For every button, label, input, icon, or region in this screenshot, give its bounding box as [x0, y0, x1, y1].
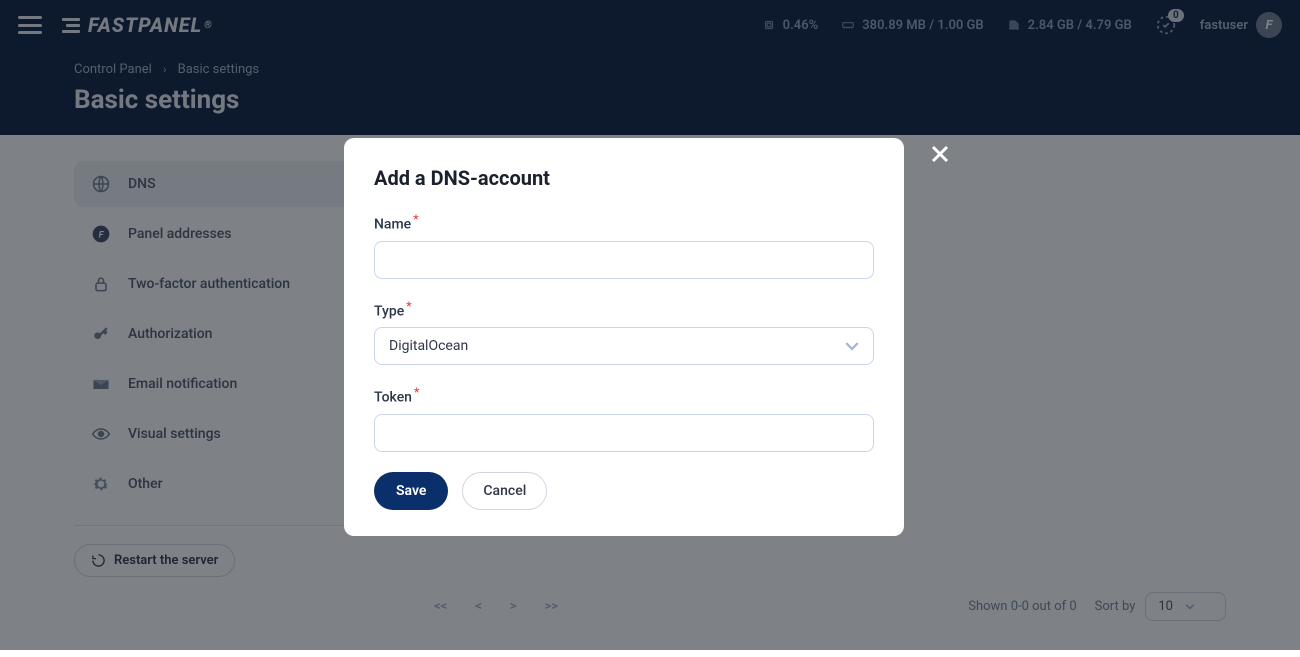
field-token: Token*: [374, 385, 874, 452]
required-asterisk: *: [413, 212, 418, 226]
token-label-text: Token: [374, 390, 412, 406]
modal-actions: Save Cancel: [374, 472, 874, 510]
field-type: Type* DigitalOcean: [374, 299, 874, 366]
chevron-down-icon: [845, 341, 859, 351]
name-input[interactable]: [374, 241, 874, 279]
close-button[interactable]: [924, 138, 956, 170]
type-select[interactable]: DigitalOcean: [374, 327, 874, 365]
token-input[interactable]: [374, 414, 874, 452]
modal-wrapper: Add a DNS-account Name* Type* DigitalOce…: [344, 138, 956, 536]
required-asterisk: *: [414, 385, 419, 399]
name-label: Name*: [374, 212, 874, 233]
type-label: Type*: [374, 299, 874, 320]
type-label-text: Type: [374, 303, 404, 319]
token-label: Token*: [374, 385, 874, 406]
name-label-text: Name: [374, 217, 411, 233]
add-dns-account-modal: Add a DNS-account Name* Type* DigitalOce…: [344, 138, 904, 536]
close-icon: [928, 142, 952, 166]
modal-overlay[interactable]: Add a DNS-account Name* Type* DigitalOce…: [0, 0, 1300, 650]
type-value: DigitalOcean: [389, 338, 468, 354]
cancel-button[interactable]: Cancel: [462, 472, 547, 510]
field-name: Name*: [374, 212, 874, 279]
save-button[interactable]: Save: [374, 472, 448, 510]
required-asterisk: *: [406, 299, 411, 313]
modal-title: Add a DNS-account: [374, 166, 874, 190]
